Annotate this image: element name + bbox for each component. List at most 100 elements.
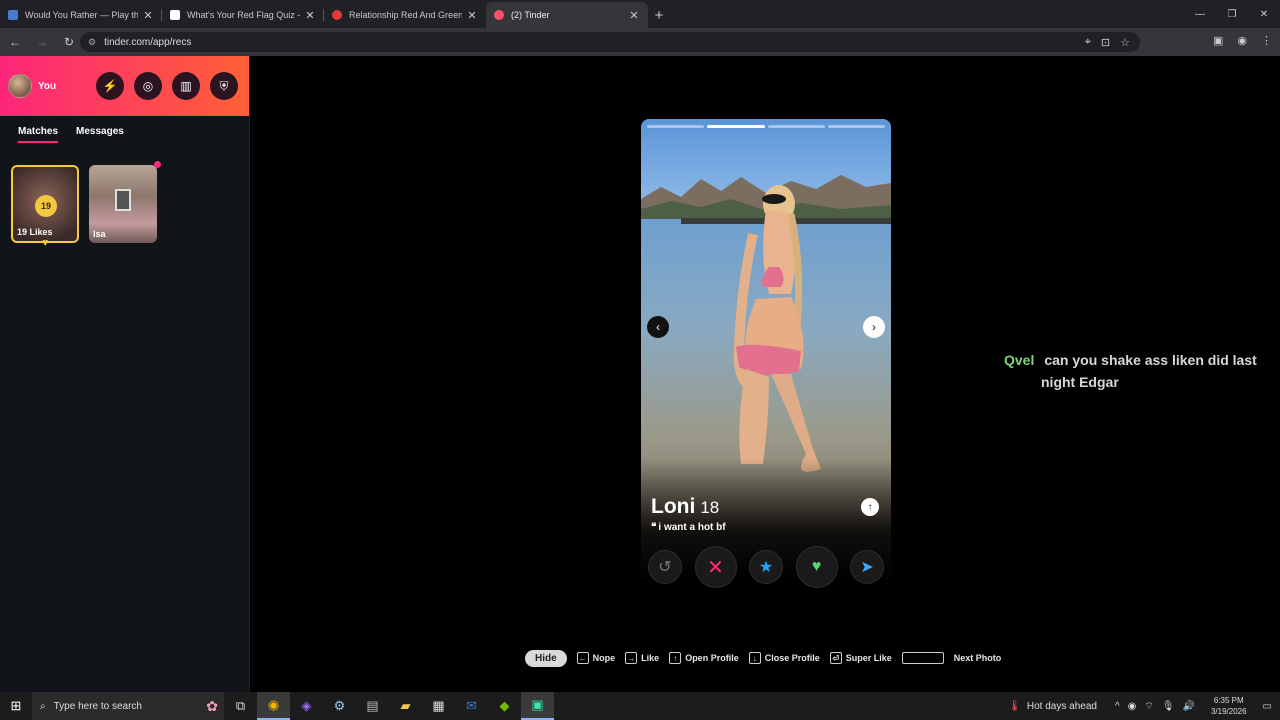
taskbar-search[interactable]: ⌕ Type here to search ✿ (32, 692, 224, 720)
rewind-button[interactable]: ↺ (648, 550, 682, 584)
boost-bolt-icon[interactable]: ⚡ (96, 72, 124, 100)
discord-icon[interactable]: ◈ (290, 692, 323, 720)
side-panel-icon[interactable]: ▣ (1213, 34, 1223, 47)
windows-start-icon[interactable]: ⊞ (0, 698, 32, 714)
outlook-icon[interactable]: ✉ (455, 692, 488, 720)
rewind-icon: ↺ (658, 559, 672, 576)
install-icon[interactable]: ⊡ (1101, 36, 1110, 49)
like-button[interactable]: ♥ (795, 546, 838, 588)
likes-label: 19 Likes (17, 227, 53, 237)
browser-tab-active[interactable]: (2) Tinder ✕ (486, 2, 648, 28)
time-text: 6:35 PM (1213, 696, 1244, 705)
url-text: tinder.com/app/recs (104, 36, 192, 48)
thermometer-icon: 🌡 (1008, 700, 1021, 712)
wifi-icon[interactable]: ⌔ (1144, 700, 1153, 713)
match-photo (115, 189, 131, 211)
back-icon[interactable]: ← (3, 35, 27, 49)
task-view-icon[interactable]: ⧉ (224, 692, 257, 720)
new-tab-button[interactable]: + (648, 2, 670, 28)
right-arrow-key-icon: → (625, 652, 638, 664)
address-bar: ← → ↻ ⚙ tinder.com/app/recs ⌖ ⊡ ☆ ▣ ◉ ⋮ (0, 28, 1280, 56)
likes-card[interactable]: 19 19 Likes ♥ (11, 165, 79, 249)
open-profile-arrow-icon[interactable]: ↑ (861, 498, 879, 516)
tab-close-icon[interactable]: ✕ (628, 9, 640, 22)
restore-icon[interactable]: ❐ (1216, 0, 1248, 28)
shortcut-nope: ← Nope (576, 652, 616, 664)
nope-button[interactable]: ✕ (694, 546, 737, 588)
weather-text: Hot days ahead (1026, 700, 1097, 712)
app-icon[interactable]: ▤ (356, 692, 389, 720)
mic-icon[interactable]: 🎙 (1162, 701, 1175, 712)
profile-age: 18 (700, 498, 720, 517)
blossom-icon: ✿ (206, 697, 218, 714)
shortcut-open-profile: ↑ Open Profile (669, 652, 739, 664)
site-info-icon[interactable]: ⚙ (88, 37, 96, 48)
hide-shortcuts-button[interactable]: Hide (525, 649, 567, 667)
briefcase-icon[interactable]: ▥ (172, 72, 200, 100)
sidebar-header: You ⚡ ◎ ▥ ⛨ (0, 56, 249, 116)
browser-tab[interactable]: What's Your Red Flag Quiz - wi ✕ (162, 2, 324, 28)
new-match-dot (154, 161, 161, 168)
window-controls: — ❐ ✕ (1184, 0, 1280, 28)
browser-tab[interactable]: Relationship Red And Green Fla ✕ (324, 2, 486, 28)
tab-messages[interactable]: Messages (76, 126, 124, 143)
tinder-app-icon[interactable]: ▣ (521, 692, 554, 720)
tray-app-icon[interactable]: ◉ (1128, 701, 1137, 712)
clock[interactable]: 6:35 PM 3/19/2026 (1211, 695, 1247, 717)
location-icon[interactable]: ⌖ (1085, 36, 1091, 49)
forward-icon[interactable]: → (30, 35, 54, 49)
profile-name-row: Loni 18 (651, 495, 719, 519)
photo-indicator-active (707, 125, 765, 128)
weather-widget[interactable]: 🌡 Hot days ahead (1008, 701, 1097, 712)
tab-close-icon[interactable]: ✕ (466, 9, 478, 22)
file-explorer-icon[interactable]: ▰ (389, 692, 422, 720)
match-name: Isa (93, 229, 106, 239)
profile-bio: ❝ i want a hot bf (651, 522, 726, 533)
notifications-icon[interactable]: ▭ (1263, 701, 1272, 712)
tab-matches[interactable]: Matches (18, 126, 59, 143)
browser-tab[interactable]: Would You Rather — Play the G ✕ (0, 2, 162, 28)
photo-progress (647, 125, 885, 128)
up-arrow-key-icon: ↑ (669, 652, 682, 664)
likes-count-badge: 19 (35, 195, 57, 217)
x-icon: ✕ (707, 556, 724, 579)
url-actions: ⌖ ⊡ ☆ (1085, 36, 1130, 49)
tab-title: What's Your Red Flag Quiz - wi (187, 10, 300, 20)
tab-close-icon[interactable]: ✕ (142, 9, 154, 22)
next-photo-chevron-icon[interactable]: › (863, 316, 885, 338)
sidebar-tabs: Matches Messages (0, 116, 249, 143)
photo-indicator (767, 125, 825, 128)
photo-indicator (827, 125, 885, 128)
shortcut-like: → Like (625, 652, 660, 664)
match-card[interactable]: Isa (89, 161, 161, 243)
url-field[interactable]: ⚙ tinder.com/app/recs (80, 32, 1140, 52)
profile-name: Loni (651, 495, 696, 518)
explore-compass-icon[interactable]: ◎ (134, 72, 162, 100)
reload-icon[interactable]: ↻ (57, 35, 81, 49)
tab-close-icon[interactable]: ✕ (304, 9, 316, 22)
profile-card[interactable]: ‹ › Loni 18 ❝ i want a hot bf ↑ (641, 119, 891, 579)
heart-icon: ♥ (811, 558, 822, 575)
volume-icon[interactable]: 🔊 (1183, 701, 1195, 712)
user-label[interactable]: You (38, 81, 56, 92)
steam-icon[interactable]: ⚙ (323, 692, 356, 720)
nvidia-icon[interactable]: ◆ (488, 692, 521, 720)
minimize-icon[interactable]: — (1184, 0, 1216, 28)
prev-photo-chevron-icon[interactable]: ‹ (647, 316, 669, 338)
bookmark-star-icon[interactable]: ☆ (1120, 36, 1130, 49)
profile-icon[interactable]: ◉ (1237, 34, 1247, 47)
boost-button[interactable]: ➤ (850, 550, 884, 584)
down-arrow-key-icon: ↓ (748, 652, 761, 664)
super-like-button[interactable]: ★ (749, 550, 783, 584)
menu-kebab-icon[interactable]: ⋮ (1261, 34, 1272, 47)
avatar[interactable] (8, 74, 32, 98)
store-icon[interactable]: ▦ (422, 692, 455, 720)
close-window-icon[interactable]: ✕ (1248, 0, 1280, 28)
chrome-icon[interactable]: ◉ (257, 692, 290, 720)
browser-tab-strip: Would You Rather — Play the G ✕ What's Y… (0, 0, 1280, 28)
search-placeholder: Type here to search (53, 700, 142, 712)
tab-favicon-icon (170, 10, 180, 20)
chat-comment: Qvel can you shake ass liken did last ni… (1004, 349, 1264, 393)
chevron-up-icon[interactable]: ^ (1115, 701, 1120, 712)
safety-shield-icon[interactable]: ⛨ (210, 72, 238, 100)
